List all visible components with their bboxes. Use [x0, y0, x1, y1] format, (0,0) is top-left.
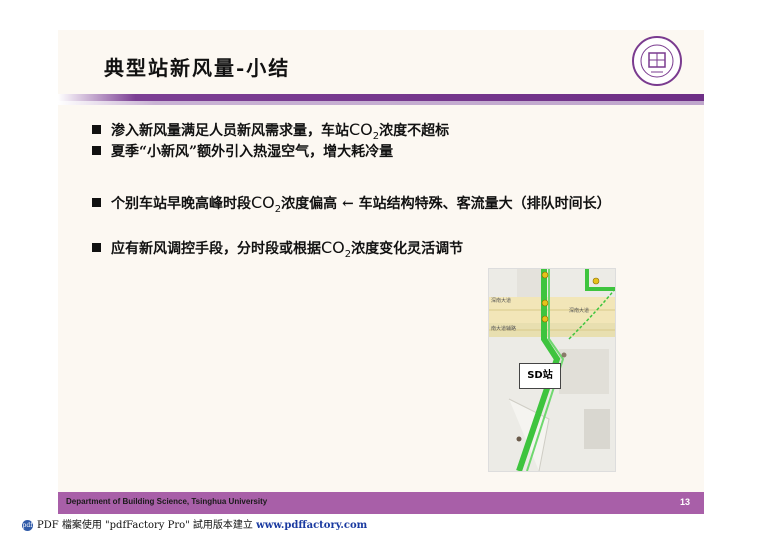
slide: 典型站新风量-小结 渗入新风量满足人员新风需求量，车站CO2浓度不超标 夏季“小… — [58, 30, 704, 514]
slide-footer: Department of Building Science, Tsinghua… — [58, 492, 704, 514]
co2-formula: CO2 — [321, 238, 352, 261]
station-label: SD站 — [519, 363, 561, 389]
page-number: 13 — [679, 497, 690, 507]
pdf-notice: pdf PDF 檔案使用 "pdfFactory Pro" 試用版本建立 www.… — [22, 516, 367, 531]
bullet-square-icon — [92, 243, 101, 252]
bullet-square-icon — [92, 125, 101, 134]
bullet-text: 个别车站早晚高峰时段 — [111, 196, 251, 212]
road-label: 深南大道 — [491, 298, 512, 304]
pdffactory-link[interactable]: www.pdffactory.com — [256, 520, 367, 531]
road-label: 深南大道 — [569, 308, 590, 314]
title-rule-shadow — [58, 101, 704, 105]
co2-formula: CO2 — [349, 120, 380, 143]
bullet-square-icon — [92, 146, 101, 155]
bullet-text: 渗入新风量满足人员新风需求量，车站 — [111, 123, 349, 139]
bullet-text: 浓度偏高 ← 车站结构特殊、客流量大（排队时间长） — [281, 196, 611, 212]
bullet-text: 浓度不超标 — [379, 123, 450, 139]
pdf-notice-text: PDF 檔案使用 "pdfFactory Pro" 試用版本建立 — [37, 520, 257, 531]
pdf-icon: pdf — [22, 520, 33, 531]
bullet-text: 夏季“小新风”额外引入热湿空气，增大耗冷量 — [111, 144, 394, 160]
bullet-2: 夏季“小新风”额外引入热湿空气，增大耗冷量 — [92, 143, 393, 162]
slide-title: 典型站新风量-小结 — [104, 56, 291, 80]
title-rule — [58, 94, 704, 101]
tsinghua-seal-icon — [632, 36, 682, 86]
bullet-text: 浓度变化灵活调节 — [351, 241, 464, 257]
co2-formula: CO2 — [251, 193, 282, 216]
bullet-text: 应有新风调控手段，分时段或根据 — [111, 241, 321, 257]
bullet-3: 个别车站早晚高峰时段CO2浓度偏高 ← 车站结构特殊、客流量大（排队时间长） — [92, 193, 682, 219]
bullet-square-icon — [92, 198, 101, 207]
bullet-4: 应有新风调控手段，分时段或根据CO2浓度变化灵活调节 — [92, 238, 463, 264]
road-label: 南大道辅路 — [491, 326, 517, 332]
footer-text: Department of Building Science, Tsinghua… — [66, 497, 268, 506]
station-map: 深南大道 深南大道 南大道辅路 SD站 — [488, 268, 616, 472]
